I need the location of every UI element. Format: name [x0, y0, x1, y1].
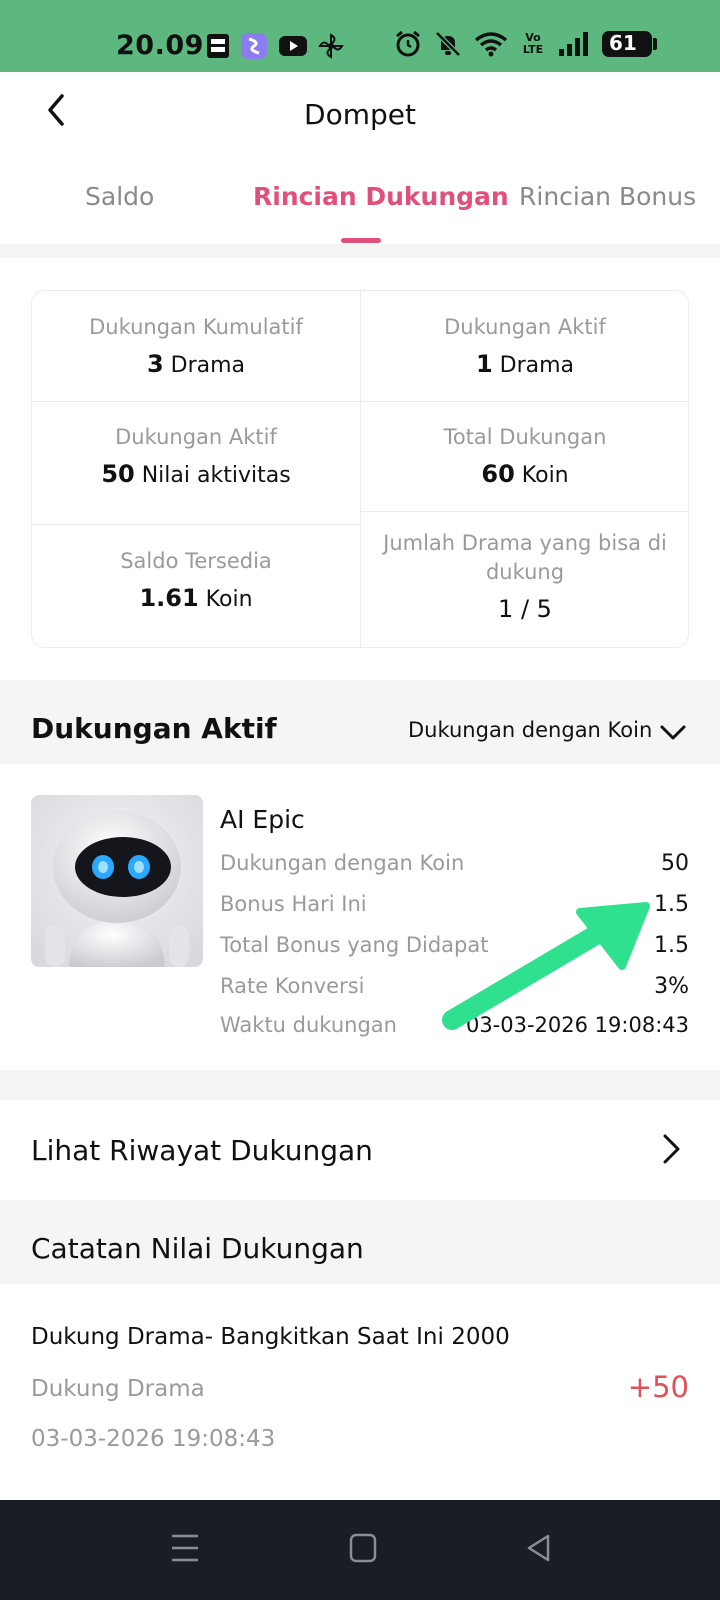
chevron-down-icon[interactable]	[658, 718, 688, 748]
active-support-title: Dukungan Aktif	[31, 712, 277, 745]
divider	[0, 244, 720, 258]
pinwheel-icon	[318, 33, 344, 59]
stat-active-value: Dukungan Aktif 50 Nilai aktivitas	[32, 423, 360, 488]
stat-value: 1 Drama	[475, 350, 575, 378]
battery-icon: 61	[602, 31, 657, 57]
record-date: 03-03-2026 19:08:43	[31, 1426, 276, 1452]
stat-value: 1 / 5	[498, 595, 552, 623]
detail-label: Dukungan dengan Koin	[220, 851, 465, 875]
chevron-right-icon	[663, 1134, 680, 1164]
wifi-icon	[474, 32, 508, 57]
stat-total: Total Dukungan 60 Koin	[360, 423, 688, 488]
tab-bar: Saldo Rincian Dukungan Rincian Bonus	[0, 170, 720, 243]
tab-rincian-bonus[interactable]: Rincian Bonus	[519, 182, 696, 211]
brimo-icon	[207, 34, 229, 58]
signal-icon	[559, 32, 588, 56]
active-tab-indicator	[341, 238, 381, 243]
support-filter-dropdown[interactable]: Dukungan dengan Koin	[408, 718, 652, 742]
detail-value: 03-03-2026 19:08:43	[465, 1013, 689, 1037]
tab-saldo[interactable]: Saldo	[85, 182, 154, 211]
stat-label: Jumlah Drama yang bisa di dukung	[383, 531, 667, 584]
system-nav-bar	[0, 1500, 720, 1600]
detail-label: Bonus Hari Ini	[220, 892, 367, 916]
stat-value: 50 Nilai aktivitas	[101, 460, 291, 488]
record-amount: +50	[627, 1370, 689, 1404]
records-title: Catatan Nilai Dukungan	[31, 1232, 364, 1265]
drama-thumbnail[interactable]	[31, 795, 203, 967]
detail-value: 1.5	[654, 892, 689, 917]
battery-level: 61	[609, 31, 637, 55]
home-icon[interactable]	[348, 1532, 378, 1564]
detail-value: 1.5	[654, 933, 689, 958]
menu-icon[interactable]	[170, 1532, 200, 1564]
record-type: Dukung Drama	[31, 1376, 205, 1402]
stat-value: 3 Drama	[146, 350, 246, 378]
assistant-icon	[241, 33, 267, 59]
detail-value: 50	[661, 851, 689, 876]
stat-label: Dukungan Aktif	[444, 315, 606, 339]
stat-balance: Saldo Tersedia 1.61 Koin	[32, 547, 360, 612]
detail-label: Total Bonus yang Didapat	[220, 933, 489, 957]
history-link-label: Lihat Riwayat Dukungan	[31, 1134, 373, 1167]
volte-icon: Vo LTE	[522, 31, 544, 56]
detail-label: Rate Konversi	[220, 974, 365, 998]
record-title: Dukung Drama- Bangkitkan Saat Ini 2000	[31, 1324, 510, 1350]
grid-divider	[360, 401, 688, 402]
detail-label: Waktu dukungan	[220, 1013, 397, 1037]
status-bar: 20.09 Vo LTE 61	[0, 0, 720, 72]
support-stats-grid: Dukungan Kumulatif 3 Drama Dukungan Akti…	[31, 290, 689, 648]
stat-active-drama: Dukungan Aktif 1 Drama	[360, 313, 688, 378]
detail-value: 3%	[654, 974, 689, 999]
grid-divider	[32, 401, 360, 402]
grid-divider	[360, 511, 688, 512]
stat-label: Dukungan Kumulatif	[89, 315, 303, 339]
grid-divider	[32, 524, 360, 525]
stat-drama-count: Jumlah Drama yang bisa di dukung 1 / 5	[372, 529, 678, 623]
back-nav-icon[interactable]	[524, 1532, 554, 1564]
alarm-icon	[396, 30, 420, 57]
stat-value: 1.61 Koin	[139, 584, 253, 612]
drama-name: AI Epic	[220, 805, 305, 834]
stat-label: Saldo Tersedia	[120, 549, 272, 573]
page-title: Dompet	[304, 98, 416, 131]
stat-cumulative: Dukungan Kumulatif 3 Drama	[32, 313, 360, 378]
stat-label: Total Dukungan	[443, 425, 607, 449]
support-history-link[interactable]: Lihat Riwayat Dukungan	[0, 1100, 720, 1200]
app-header: Dompet	[0, 72, 720, 162]
divider	[0, 1070, 720, 1100]
youtube-icon	[279, 36, 307, 56]
tab-rincian-dukungan[interactable]: Rincian Dukungan	[253, 182, 509, 211]
stat-label: Dukungan Aktif	[115, 425, 277, 449]
status-time: 20.09	[116, 30, 204, 61]
stat-value: 60 Koin	[481, 460, 569, 488]
mute-bell-icon	[435, 31, 461, 57]
